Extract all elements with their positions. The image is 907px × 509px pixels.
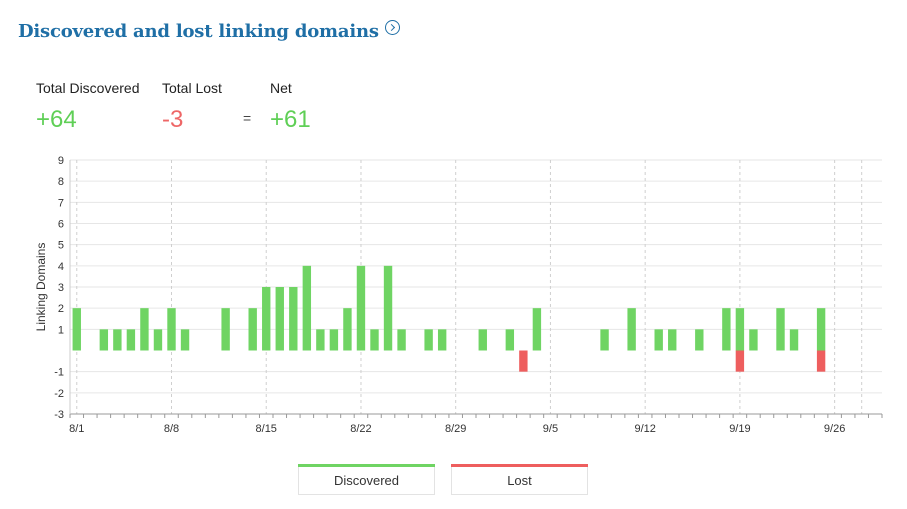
bar-discovered <box>167 308 176 351</box>
y-tick-label: 8 <box>58 176 64 188</box>
y-tick-label: 3 <box>58 282 64 294</box>
bar-discovered <box>153 329 163 351</box>
y-tick-label: -1 <box>54 367 64 379</box>
bar-discovered <box>99 329 109 351</box>
bar-discovered <box>397 329 406 351</box>
bar-discovered <box>695 329 704 351</box>
linking-domains-chart: 9 8 7 6 5 4 3 2 1 -1 -2 -3 Linking Domains 8/1 8/8 8/15… <box>34 155 883 435</box>
bar-discovered <box>722 308 731 351</box>
bar-discovered <box>316 329 325 351</box>
bar-lost <box>735 350 745 372</box>
y-tick-label: -3 <box>54 409 64 421</box>
bar-lost <box>816 350 826 372</box>
total-discovered-value: +64 <box>36 106 77 133</box>
bar-discovered <box>329 329 339 351</box>
y-tick-label: 5 <box>58 240 64 252</box>
page-title: Discovered and lost linking domains <box>18 20 400 42</box>
x-tick-label: 9/19 <box>729 423 750 435</box>
chart-title: Discovered and lost linking domains <box>18 21 379 42</box>
bar-discovered <box>789 329 799 351</box>
y-tick-label: 6 <box>58 219 64 231</box>
bar-discovered <box>180 329 190 351</box>
y-tick-label: -2 <box>54 388 64 400</box>
net-value: +61 <box>270 106 311 133</box>
bar-discovered <box>370 329 379 351</box>
chevron-right-circle-icon[interactable] <box>384 20 400 35</box>
x-tick-label: 8/1 <box>69 423 84 435</box>
bar-discovered <box>654 329 663 351</box>
net-stat: Net +61 <box>270 80 311 134</box>
bar-discovered <box>356 265 366 351</box>
bar-discovered <box>113 329 122 351</box>
net-label: Net <box>270 80 292 96</box>
bar-discovered <box>505 329 515 351</box>
bar-discovered <box>816 308 826 351</box>
x-tick-label: 9/5 <box>543 423 558 435</box>
legend-lost-label: Lost <box>507 473 532 488</box>
x-tick-label: 9/26 <box>824 423 845 435</box>
y-axis-label: Linking Domains <box>34 243 48 332</box>
total-lost-label: Total Lost <box>162 80 222 96</box>
x-tick-label: 8/22 <box>350 423 371 435</box>
y-tick-label: 2 <box>58 303 64 315</box>
bar-lost <box>519 350 528 372</box>
legend-discovered-label: Discovered <box>333 473 400 488</box>
bar-discovered <box>532 308 542 351</box>
bar-discovered <box>776 308 785 351</box>
bar-discovered <box>437 329 447 351</box>
x-tick-label: 8/15 <box>256 423 277 435</box>
y-tick-label: 7 <box>58 197 64 209</box>
bar-discovered <box>668 329 677 351</box>
bar-discovered <box>383 265 393 351</box>
bar-discovered <box>424 329 433 351</box>
total-lost-value: -3 <box>162 106 184 133</box>
y-tick-label: 1 <box>58 324 64 336</box>
bar-discovered <box>221 308 230 351</box>
bar-discovered <box>140 308 149 351</box>
total-discovered-stat: Total Discovered +64 <box>36 80 140 134</box>
total-lost-stat: Total Lost -3 <box>162 80 222 134</box>
bar-discovered <box>749 329 758 351</box>
bar-discovered <box>343 308 352 351</box>
lost-color-bar <box>451 464 588 467</box>
y-tick-label: 4 <box>58 261 64 273</box>
bar-discovered <box>600 329 609 351</box>
bar-discovered <box>275 287 284 351</box>
equals-sign: = <box>243 110 252 126</box>
discovered-color-bar <box>298 464 435 467</box>
bar-discovered <box>478 329 487 351</box>
total-discovered-label: Total Discovered <box>36 80 140 96</box>
bar-discovered <box>302 265 312 351</box>
bar-discovered <box>248 308 257 351</box>
y-tick-label: 9 <box>58 155 64 167</box>
legend-discovered-button[interactable]: Discovered <box>298 464 435 495</box>
bar-discovered <box>126 329 136 351</box>
x-tick-label: 9/12 <box>634 423 655 435</box>
x-tick-label: 8/29 <box>445 423 466 435</box>
x-tick-label: 8/8 <box>164 423 179 435</box>
bar-discovered <box>735 308 745 351</box>
bar-discovered <box>72 308 81 351</box>
bar-discovered <box>627 308 636 351</box>
bar-discovered <box>262 287 271 351</box>
legend-lost-button[interactable]: Lost <box>451 464 588 495</box>
bar-discovered <box>289 287 298 351</box>
